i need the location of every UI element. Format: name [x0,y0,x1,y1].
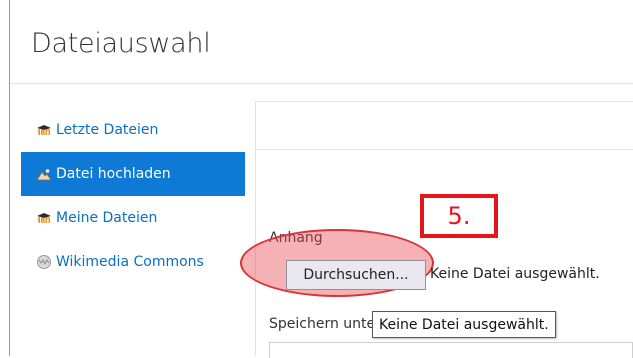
file-status-tooltip: Keine Datei ausgewählt. [372,311,556,338]
repository-sidebar: Letzte Dateien Datei hochladen Meine Dat… [21,108,245,284]
save-as-label: Speichern unter [269,316,381,332]
header-divider [10,83,633,84]
sidebar-item-recent-files[interactable]: Letzte Dateien [21,108,245,152]
window-left-border [9,0,10,356]
sidebar-item-label: Datei hochladen [56,166,171,182]
sidebar-item-my-files[interactable]: Meine Dateien [21,196,245,240]
browse-button[interactable]: Durchsuchen... [286,260,426,290]
repository-toolbar [255,101,633,150]
dialog-title: Dateiauswahl [31,28,211,59]
sidebar-item-upload-file[interactable]: Datei hochladen [21,152,245,196]
moodle-icon [36,211,52,225]
upload-icon [36,167,52,181]
sidebar-item-label: Wikimedia Commons [56,254,204,270]
sidebar-item-wikimedia-commons[interactable]: Wikimedia Commons [21,240,245,284]
sidebar-item-label: Letzte Dateien [56,122,159,138]
step-number-badge: 5. [420,194,498,238]
sidebar-item-label: Meine Dateien [56,210,158,226]
moodle-icon [36,123,52,137]
file-status-text: Keine Datei ausgewählt. [430,266,600,282]
wikimedia-icon [36,255,52,269]
